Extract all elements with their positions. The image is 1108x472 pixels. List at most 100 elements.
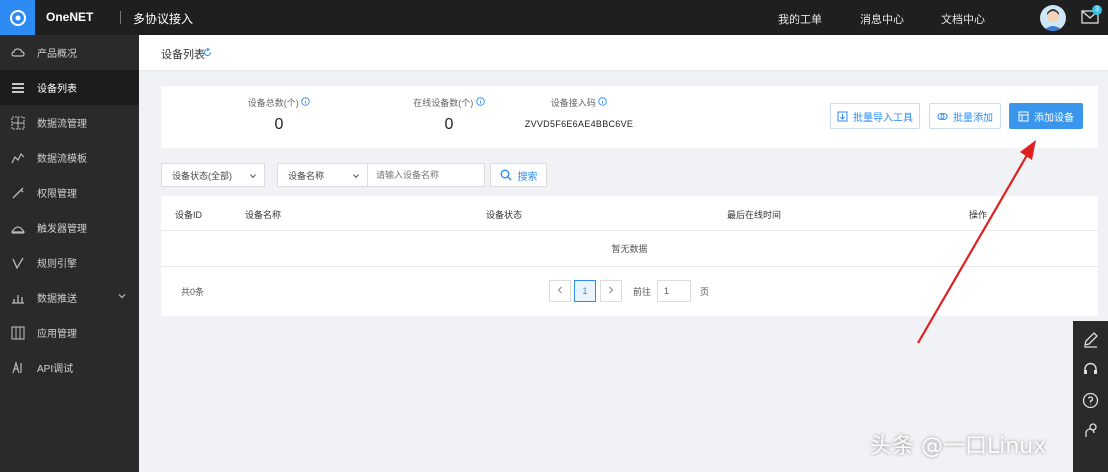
sidebar-item-label: 权限管理 [37, 189, 77, 200]
stat-label: 设备总数(个) [247, 98, 299, 108]
list-icon [12, 82, 24, 93]
nav-my-tickets[interactable]: 我的工单 [778, 11, 822, 27]
rule-icon [12, 257, 24, 269]
goto-page-input[interactable]: 1 [657, 280, 691, 302]
button-label: 批量导入工具 [853, 112, 913, 124]
cloud-icon [11, 47, 25, 57]
button-label: 添加设备 [1034, 112, 1074, 124]
home-logo-button[interactable] [0, 0, 35, 35]
sidebar-item-trigger[interactable]: 触发器管理 [0, 210, 139, 245]
column-header: 最后在线时间 [727, 210, 782, 220]
sidebar-item-label: 数据流管理 [37, 119, 87, 130]
trigger-icon [11, 225, 25, 234]
product-title: 多协议接入 [133, 12, 194, 26]
help-icon[interactable] [1082, 392, 1099, 409]
top-bar: OneNET 多协议接入 我的工单 消息中心 文档中心 3 [0, 0, 1108, 35]
grid-icon [11, 115, 25, 130]
chevron-right-icon [609, 286, 614, 294]
api-icon [12, 360, 22, 373]
stat-label: 在线设备数(个) [413, 98, 474, 108]
empty-state: 暂无数据 [161, 231, 1098, 267]
sidebar-item-datastream-template[interactable]: 数据流模板 [0, 140, 139, 175]
column-header: 设备ID [175, 210, 203, 220]
goto-label: 前往 [633, 287, 652, 297]
total-count: 共0条 [181, 287, 205, 297]
sidebar-item-api-debug[interactable]: API调试 [0, 350, 139, 385]
key-icon [12, 187, 24, 198]
batch-import-button[interactable]: 批量导入工具 [830, 103, 920, 129]
stats-panel: 设备总数(个) 0 在线设备数(个) 0 设备接入码 ZVVD5F6E6AE4B… [161, 86, 1098, 148]
community-icon[interactable] [1082, 422, 1099, 439]
sidebar-item-label: 触发器管理 [37, 224, 87, 235]
watermark-text: 头条 @一口Linux [870, 434, 1047, 459]
sidebar-item-label: 产品概况 [37, 49, 77, 60]
sidebar-item-label: 数据流模板 [37, 154, 87, 165]
headset-icon[interactable] [1082, 361, 1099, 378]
app-icon [11, 325, 25, 340]
column-header: 设备名称 [245, 210, 282, 220]
add-device-button[interactable]: 添加设备 [1009, 103, 1083, 129]
info-icon [476, 97, 485, 106]
chevron-down-icon [250, 174, 256, 179]
stat-label: 设备接入码 [550, 98, 596, 108]
sidebar-item-rule-engine[interactable]: 规则引擎 [0, 245, 139, 280]
sidebar-item-datastream[interactable]: 数据流管理 [0, 105, 139, 140]
user-avatar[interactable] [1040, 5, 1066, 31]
add-device-icon [1018, 111, 1029, 121]
device-table: 设备ID 设备名称 设备状态 最后在线时间 操作 暂无数据 共0条 1 前往 1… [161, 196, 1098, 316]
chevron-down-icon [118, 294, 126, 299]
page-title: 设备列表 [161, 49, 205, 61]
breadcrumb: 设备列表 [139, 35, 1108, 71]
button-label: 搜索 [517, 171, 538, 183]
avatar-icon [1043, 9, 1063, 31]
column-header: 操作 [969, 210, 988, 220]
chevron-down-icon [353, 174, 359, 179]
sidebar-item-data-push[interactable]: 数据推送 [0, 280, 139, 315]
sidebar-item-permission[interactable]: 权限管理 [0, 175, 139, 210]
pagination: 共0条 1 前往 1 页 [161, 267, 1098, 316]
nav-doc-center[interactable]: 文档中心 [941, 11, 985, 27]
sidebar-item-label: API调试 [37, 364, 74, 375]
info-icon [301, 97, 310, 106]
sidebar-item-device-list[interactable]: 设备列表 [0, 70, 139, 105]
search-icon [500, 169, 511, 181]
access-code-value[interactable]: ZVVD5F6E6AE4BBC6VE [494, 119, 664, 129]
sidebar-item-overview[interactable]: 产品概况 [0, 35, 139, 70]
mail-badge: 3 [1092, 5, 1102, 15]
search-field-select[interactable]: 设备名称 [277, 163, 368, 187]
sidebar-item-label: 规则引擎 [37, 259, 77, 270]
floating-toolbar [1073, 321, 1108, 472]
info-icon [598, 97, 608, 106]
sidebar: 产品概况 设备列表 数据流管理 数据流模板 权限管理 触发器管理 规则引擎 数据… [0, 35, 139, 472]
search-button[interactable]: 搜索 [490, 163, 547, 187]
brand-name: OneNET [46, 10, 94, 24]
page-number-button[interactable]: 1 [574, 280, 596, 302]
button-label: 批量添加 [953, 112, 993, 124]
sidebar-item-label: 设备列表 [37, 84, 77, 95]
sidebar-item-app-manage[interactable]: 应用管理 [0, 315, 139, 350]
import-icon [837, 111, 848, 121]
next-page-button[interactable] [600, 280, 622, 302]
logo-ring-icon [9, 9, 26, 26]
batch-add-button[interactable]: 批量添加 [929, 103, 1001, 129]
stat-access-code: 设备接入码 ZVVD5F6E6AE4BBC6VE [494, 96, 664, 129]
stat-value: 0 [274, 116, 284, 133]
prev-page-button[interactable] [549, 280, 571, 302]
goto-suffix: 页 [700, 287, 710, 297]
table-header: 设备ID 设备名称 设备状态 最后在线时间 操作 [161, 196, 1098, 231]
push-icon [12, 294, 24, 304]
nav-message-center[interactable]: 消息中心 [860, 11, 904, 27]
chevron-left-icon [557, 286, 562, 294]
brand-divider [120, 11, 121, 24]
stat-device-total: 设备总数(个) 0 [209, 96, 349, 134]
sidebar-item-label: 应用管理 [37, 329, 77, 340]
status-select[interactable]: 设备状态(全部) [161, 163, 265, 187]
select-value: 设备名称 [288, 170, 325, 181]
search-input[interactable] [368, 163, 485, 187]
column-header: 设备状态 [486, 210, 523, 220]
edit-icon[interactable] [1082, 331, 1099, 348]
link-icon [937, 112, 948, 120]
refresh-icon[interactable] [203, 48, 212, 57]
chart-line-icon [11, 152, 25, 163]
sidebar-item-label: 数据推送 [37, 294, 77, 305]
